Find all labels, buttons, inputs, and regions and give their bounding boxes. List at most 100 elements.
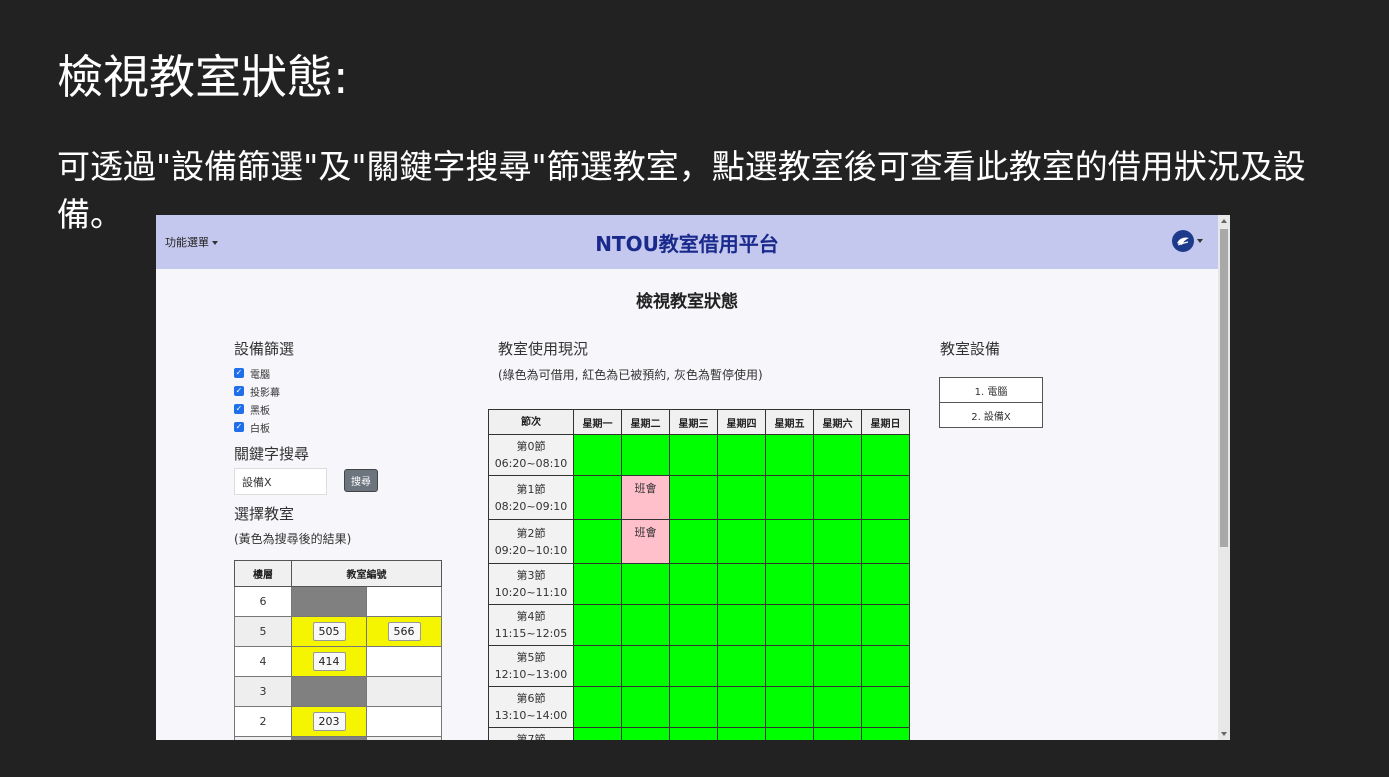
keyword-search-input[interactable] [234, 468, 327, 495]
available-slot[interactable] [813, 645, 862, 687]
available-slot[interactable] [813, 563, 862, 605]
room-cell[interactable]: 505 [291, 616, 367, 647]
available-slot[interactable] [669, 563, 718, 605]
available-slot[interactable] [765, 604, 814, 646]
available-slot[interactable] [765, 519, 814, 564]
available-slot[interactable] [717, 727, 766, 740]
available-slot[interactable] [621, 563, 670, 605]
room-button[interactable]: 566 [387, 622, 421, 641]
available-slot[interactable] [813, 727, 862, 740]
available-slot[interactable] [669, 686, 718, 728]
page-scrollbar[interactable] [1218, 215, 1230, 740]
available-slot[interactable] [861, 604, 910, 646]
booked-slot[interactable]: 班會 [621, 519, 670, 564]
checkbox-checked-icon[interactable]: ✓ [234, 422, 244, 432]
available-slot[interactable] [573, 519, 622, 564]
period-time: 06:20~08:10 [494, 457, 568, 470]
available-slot[interactable] [717, 604, 766, 646]
available-slot[interactable] [861, 475, 910, 520]
available-slot[interactable] [765, 727, 814, 740]
available-slot[interactable] [669, 434, 718, 476]
available-slot[interactable] [669, 519, 718, 564]
room-button[interactable]: 414 [312, 652, 346, 671]
available-slot[interactable] [813, 475, 862, 520]
period-header: 節次 [488, 409, 574, 435]
room-cell[interactable]: 203 [291, 706, 367, 737]
available-slot[interactable] [621, 645, 670, 687]
filter-option-label: 電腦 [250, 369, 270, 381]
available-slot[interactable] [717, 475, 766, 520]
room-table-row: 4 414 [234, 646, 442, 677]
available-slot[interactable] [669, 727, 718, 740]
period-name: 第4節 [516, 610, 546, 623]
available-slot[interactable] [621, 727, 670, 740]
room-button[interactable]: 505 [312, 622, 346, 641]
room-cell[interactable]: 414 [291, 646, 367, 677]
period-name: 第1節 [516, 482, 546, 496]
filter-option-label: 投影幕 [250, 387, 280, 399]
room-cell[interactable]: 566 [366, 616, 442, 647]
schedule-row: 第0節 06:20~08:10 [488, 434, 910, 476]
scroll-up-icon[interactable] [1221, 219, 1227, 223]
available-slot[interactable] [717, 434, 766, 476]
available-slot[interactable] [861, 563, 910, 605]
available-slot[interactable] [861, 645, 910, 687]
available-slot[interactable] [861, 686, 910, 728]
period-cell: 第1節 08:20~09:10 [488, 475, 574, 520]
room-table: 樓層 教室編號 65 505 566 4 414 32 203 1 [234, 560, 442, 740]
search-button[interactable]: 搜尋 [344, 469, 378, 492]
available-slot[interactable] [813, 434, 862, 476]
period-time: 08:20~09:10 [494, 499, 568, 513]
available-slot[interactable] [765, 563, 814, 605]
filter-option[interactable]: ✓ 電腦 [234, 364, 280, 382]
room-table-row: 3 [234, 676, 442, 707]
available-slot[interactable] [861, 434, 910, 476]
available-slot[interactable] [669, 475, 718, 520]
available-slot[interactable] [573, 686, 622, 728]
available-slot[interactable] [669, 604, 718, 646]
checkbox-checked-icon[interactable]: ✓ [234, 368, 244, 378]
available-slot[interactable] [621, 604, 670, 646]
available-slot[interactable] [765, 645, 814, 687]
scrollbar-thumb[interactable] [1220, 229, 1228, 547]
available-slot[interactable] [717, 686, 766, 728]
available-slot[interactable] [717, 519, 766, 564]
filter-option[interactable]: ✓ 黑板 [234, 400, 280, 418]
available-slot[interactable] [813, 519, 862, 564]
available-slot[interactable] [861, 519, 910, 564]
available-slot[interactable] [861, 727, 910, 740]
scroll-down-icon[interactable] [1221, 732, 1227, 736]
available-slot[interactable] [573, 727, 622, 740]
user-menu-dropdown[interactable] [1172, 230, 1203, 252]
filter-option[interactable]: ✓ 白板 [234, 418, 280, 436]
schedule-row: 第7節14:10~15:00 [488, 727, 910, 740]
available-slot[interactable] [573, 434, 622, 476]
available-slot[interactable] [813, 604, 862, 646]
available-slot[interactable] [573, 604, 622, 646]
available-slot[interactable] [573, 645, 622, 687]
select-room-note: (黃色為搜尋後的結果) [234, 532, 352, 546]
available-slot[interactable] [765, 434, 814, 476]
available-slot[interactable] [573, 563, 622, 605]
filter-option[interactable]: ✓ 投影幕 [234, 382, 280, 400]
available-slot[interactable] [717, 563, 766, 605]
floor-cell: 2 [234, 706, 292, 737]
booked-slot[interactable]: 班會 [621, 475, 670, 520]
available-slot[interactable] [813, 686, 862, 728]
period-name: 第2節 [516, 526, 546, 540]
floor-cell: 3 [234, 676, 292, 707]
available-slot[interactable] [765, 686, 814, 728]
checkbox-checked-icon[interactable]: ✓ [234, 386, 244, 396]
schedule-row: 第2節 09:20~10:10 班會 [488, 519, 910, 564]
room-button[interactable]: 203 [312, 712, 346, 731]
day-header: 星期五 [765, 409, 814, 435]
checkbox-checked-icon[interactable]: ✓ [234, 404, 244, 414]
period-time: 09:20~10:10 [494, 543, 568, 557]
day-header: 星期六 [813, 409, 862, 435]
available-slot[interactable] [573, 475, 622, 520]
available-slot[interactable] [765, 475, 814, 520]
available-slot[interactable] [621, 434, 670, 476]
available-slot[interactable] [669, 645, 718, 687]
available-slot[interactable] [717, 645, 766, 687]
available-slot[interactable] [621, 686, 670, 728]
